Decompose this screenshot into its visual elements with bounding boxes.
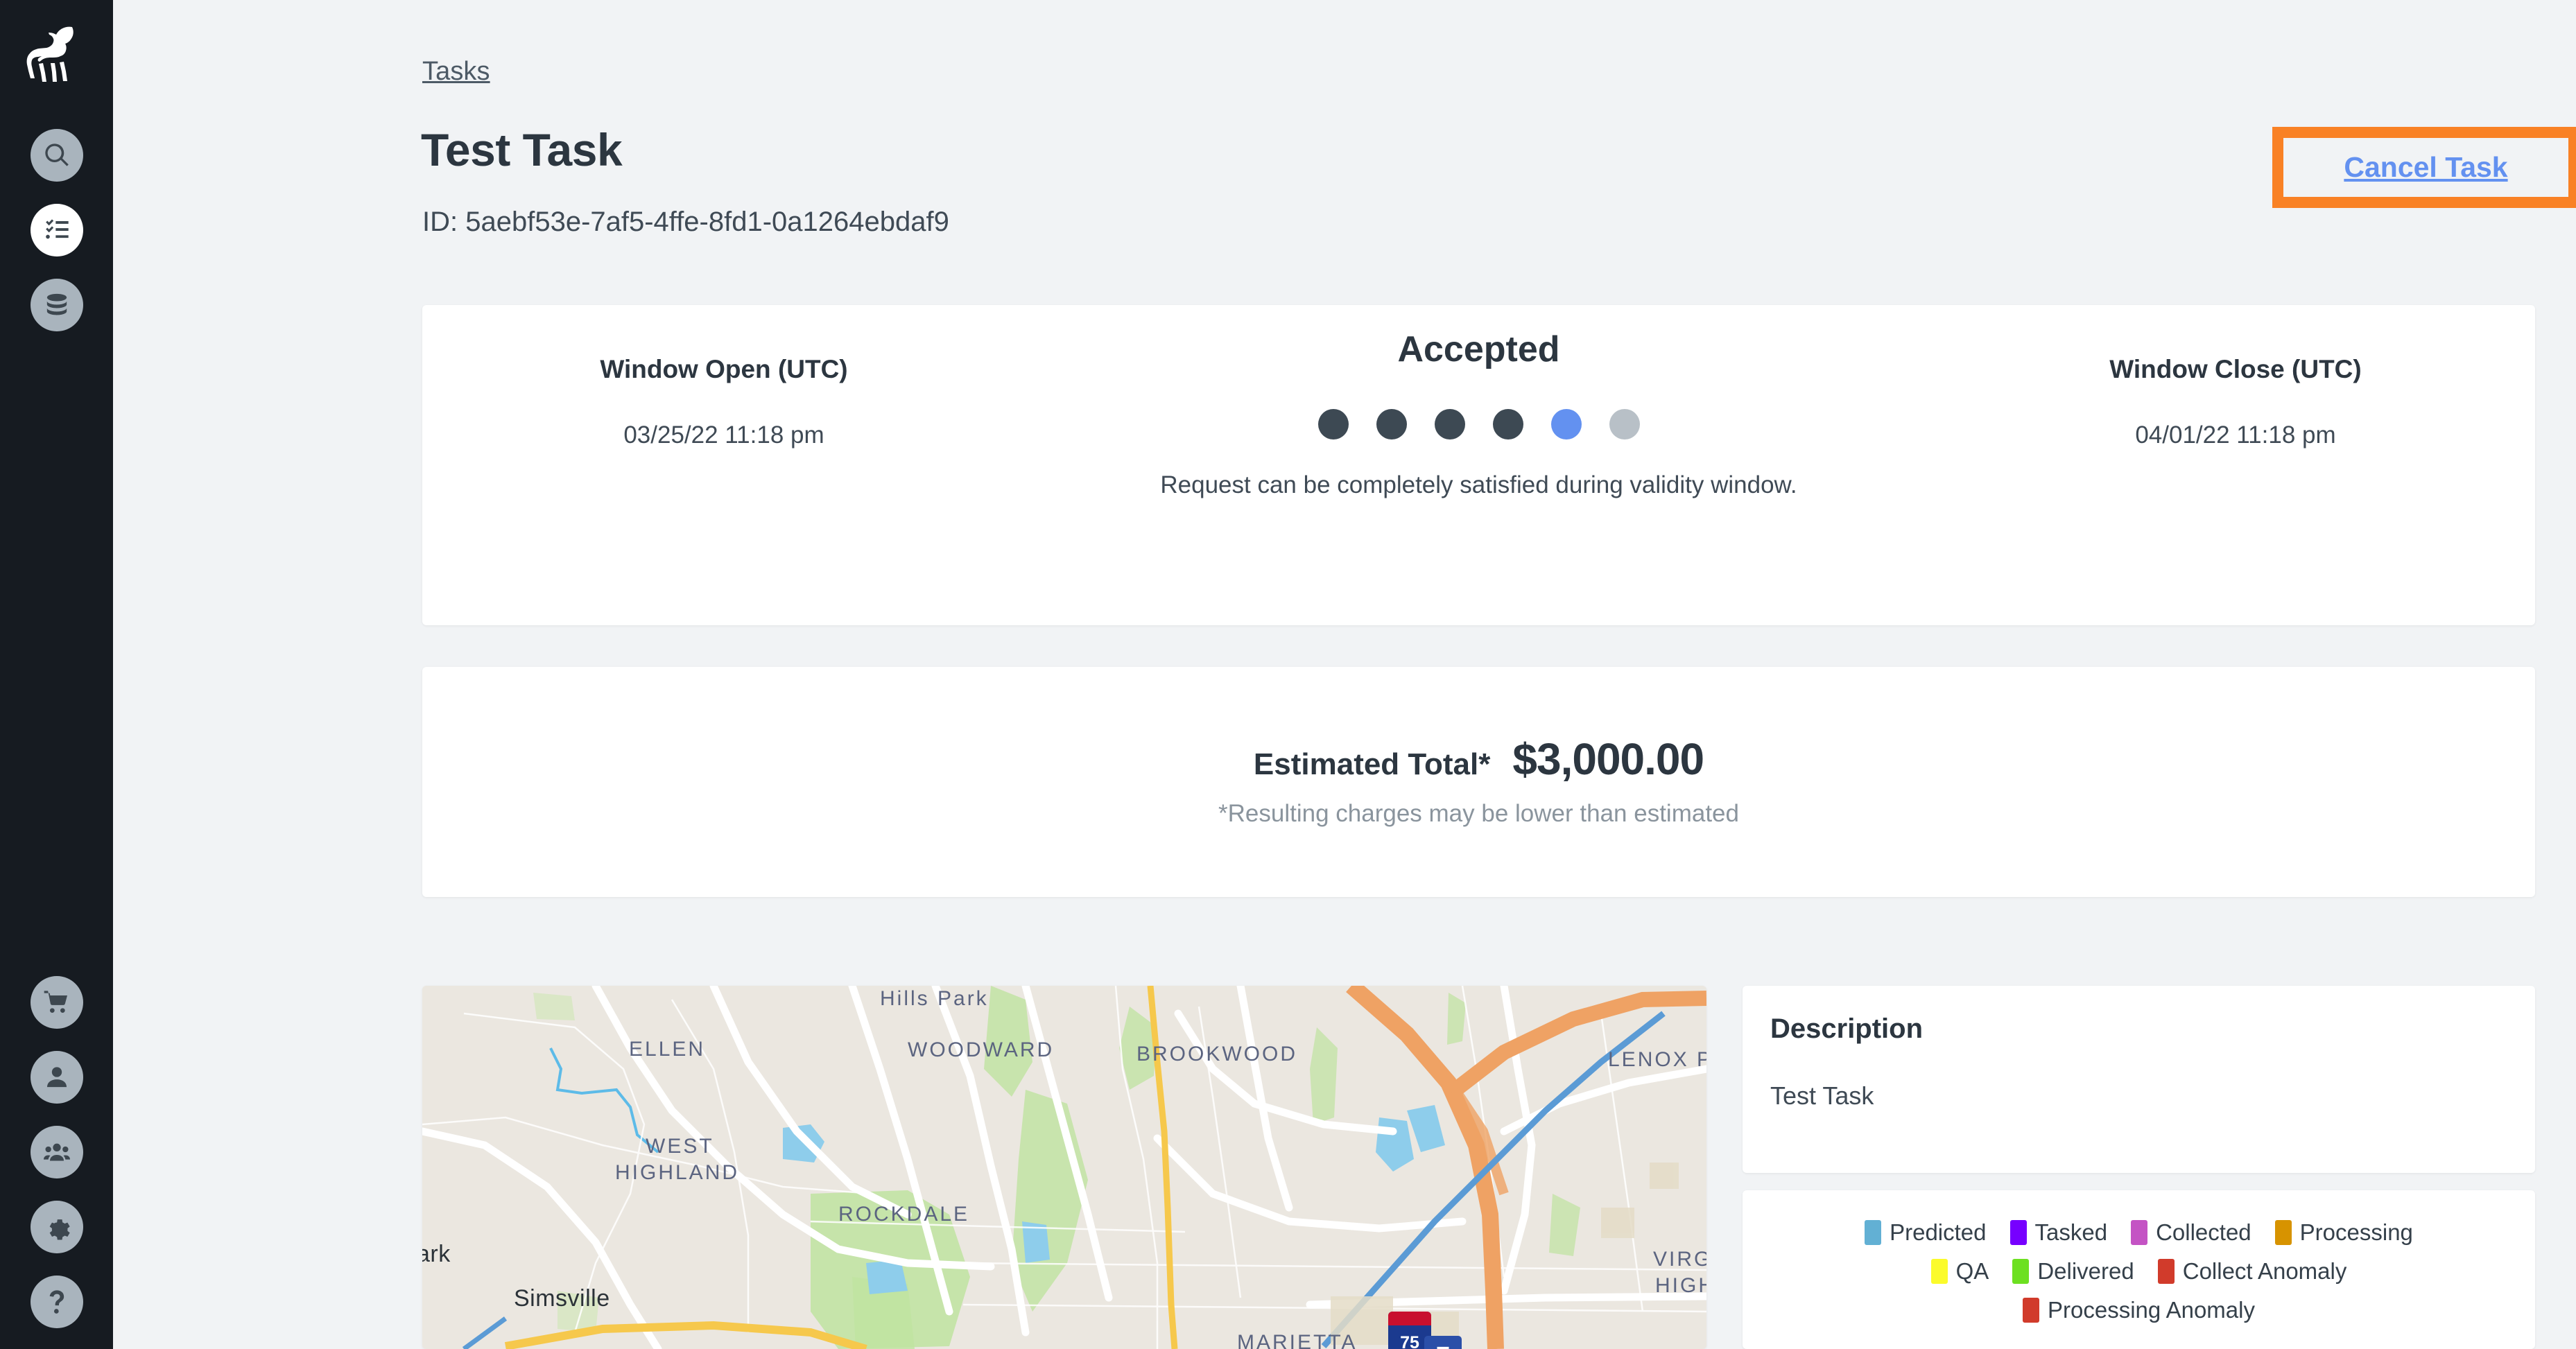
description-card: Description Test Task (1743, 986, 2535, 1173)
legend-row: QA Delivered Collect Anomaly (1930, 1258, 2347, 1285)
database-icon (46, 293, 67, 315)
page-title: Test Task (421, 124, 623, 175)
legend-item: Delivered (2012, 1258, 2134, 1285)
status-dot-1 (1376, 409, 1407, 439)
sidebar-nav-bottom (0, 976, 113, 1328)
legend-card: Predicted Tasked Collected Processing QA Deli… (1743, 1190, 2535, 1349)
legend-label: Processing Anomaly (2048, 1297, 2255, 1323)
legend-label: Delivered (2037, 1258, 2134, 1284)
ibex-logo-icon (26, 26, 74, 82)
sidebar-item-help[interactable] (30, 1276, 83, 1328)
user-icon (46, 1067, 67, 1088)
window-close-value: 04/01/22 11:18 pm (2135, 421, 2336, 449)
legend-label: QA (1955, 1258, 1989, 1284)
legend-item: Collect Anomaly (2157, 1258, 2347, 1285)
task-list-icon (45, 219, 69, 239)
gear-icon (49, 1219, 70, 1240)
window-open-value: 03/25/22 11:18 pm (623, 421, 824, 449)
estimated-total-value: $3,000.00 (1512, 734, 1704, 784)
legend-item: Tasked (2009, 1219, 2108, 1246)
legend-swatch (2012, 1259, 2030, 1284)
legend-label: Processing (2299, 1219, 2413, 1245)
legend-swatch (2157, 1259, 2175, 1284)
legend-swatch (2274, 1220, 2292, 1245)
estimated-total-label: Estimated Total* (1253, 747, 1491, 781)
sidebar-item-data[interactable] (30, 279, 83, 331)
legend-swatch (2131, 1220, 2148, 1245)
legend-item: Processing (2274, 1219, 2413, 1246)
description-body: Test Task (1770, 1081, 1874, 1110)
sidebar-item-account[interactable] (30, 1051, 83, 1104)
legend-item: Predicted (1865, 1219, 1987, 1246)
task-id: ID: 5aebf53e-7af5-4ffe-8fd1-0a1264ebdaf9 (422, 207, 949, 237)
description-title: Description (1770, 1013, 1924, 1044)
shield-cap (1388, 1312, 1431, 1325)
sidebar-item-teams[interactable] (30, 1126, 83, 1178)
estimated-total-note: *Resulting charges may be lower than est… (1218, 800, 1739, 827)
status-dot-5 (1609, 409, 1640, 439)
status-progress-dots (1317, 409, 1640, 439)
transit-station-icon (1424, 1336, 1462, 1349)
legend-swatch (1930, 1259, 1948, 1284)
cancel-task-button[interactable]: Cancel Task (2344, 151, 2507, 184)
cancel-task-highlight: Cancel Task (2272, 127, 2576, 208)
users-group-icon (43, 1143, 70, 1161)
legend-swatch (1865, 1220, 1882, 1245)
estimated-total-row: Estimated Total* $3,000.00 (1254, 733, 1704, 785)
legend-label: Collect Anomaly (2182, 1258, 2347, 1284)
status-title: Accepted (1397, 329, 1560, 369)
main-content: Tasks Test Task ID: 5aebf53e-7af5-4ffe-8… (113, 0, 2576, 1349)
app-root: Tasks Test Task ID: 5aebf53e-7af5-4ffe-8… (0, 0, 2576, 1349)
legend-row: Processing Anomaly (2023, 1297, 2255, 1323)
legend-label: Predicted (1890, 1219, 1987, 1245)
sidebar-item-search[interactable] (30, 129, 83, 182)
legend-rows: Predicted Tasked Collected Processing QA Deli… (1743, 1219, 2535, 1323)
shopping-cart-icon (44, 991, 67, 1013)
estimated-total-card: Estimated Total* $3,000.00 *Resulting ch… (422, 667, 2535, 897)
legend-item: Collected (2131, 1219, 2251, 1246)
ibex-logo[interactable] (19, 19, 95, 96)
status-card: Window Open (UTC) 03/25/22 11:18 pm Acce… (422, 305, 2535, 625)
window-close-label: Window Close (UTC) (2109, 355, 2362, 383)
map-card[interactable]: Hills ParkELLENWOODWARDBROOKWOODLENOX PA… (422, 986, 1706, 1349)
status-dot-3 (1492, 409, 1523, 439)
legend-row: Predicted Tasked Collected Processing (1865, 1219, 2413, 1246)
legend-label: Collected (2156, 1219, 2251, 1245)
sidebar-nav-top (30, 129, 83, 331)
map-vector (422, 986, 1706, 1349)
window-open-label: Window Open (UTC) (600, 355, 848, 383)
legend-swatch (2023, 1298, 2039, 1323)
legend-item: QA (1930, 1258, 1989, 1285)
legend-item: Processing Anomaly (2023, 1297, 2255, 1323)
status-dot-4 (1550, 409, 1582, 439)
sidebar-item-orders[interactable] (30, 976, 83, 1029)
question-mark-icon (49, 1290, 64, 1314)
legend-swatch (2009, 1220, 2027, 1245)
search-icon (44, 143, 69, 166)
status-dot-0 (1317, 409, 1349, 439)
sidebar-item-tasks[interactable] (30, 204, 83, 256)
sidebar-item-settings[interactable] (30, 1201, 83, 1253)
legend-label: Tasked (2034, 1219, 2108, 1245)
map-canvas[interactable]: Hills ParkELLENWOODWARDBROOKWOODLENOX PA… (422, 986, 1706, 1349)
breadcrumb-tasks[interactable]: Tasks (422, 57, 490, 87)
status-subtitle: Request can be completely satisfied duri… (1160, 471, 1797, 498)
sidebar (0, 0, 113, 1349)
status-dot-2 (1434, 409, 1465, 439)
